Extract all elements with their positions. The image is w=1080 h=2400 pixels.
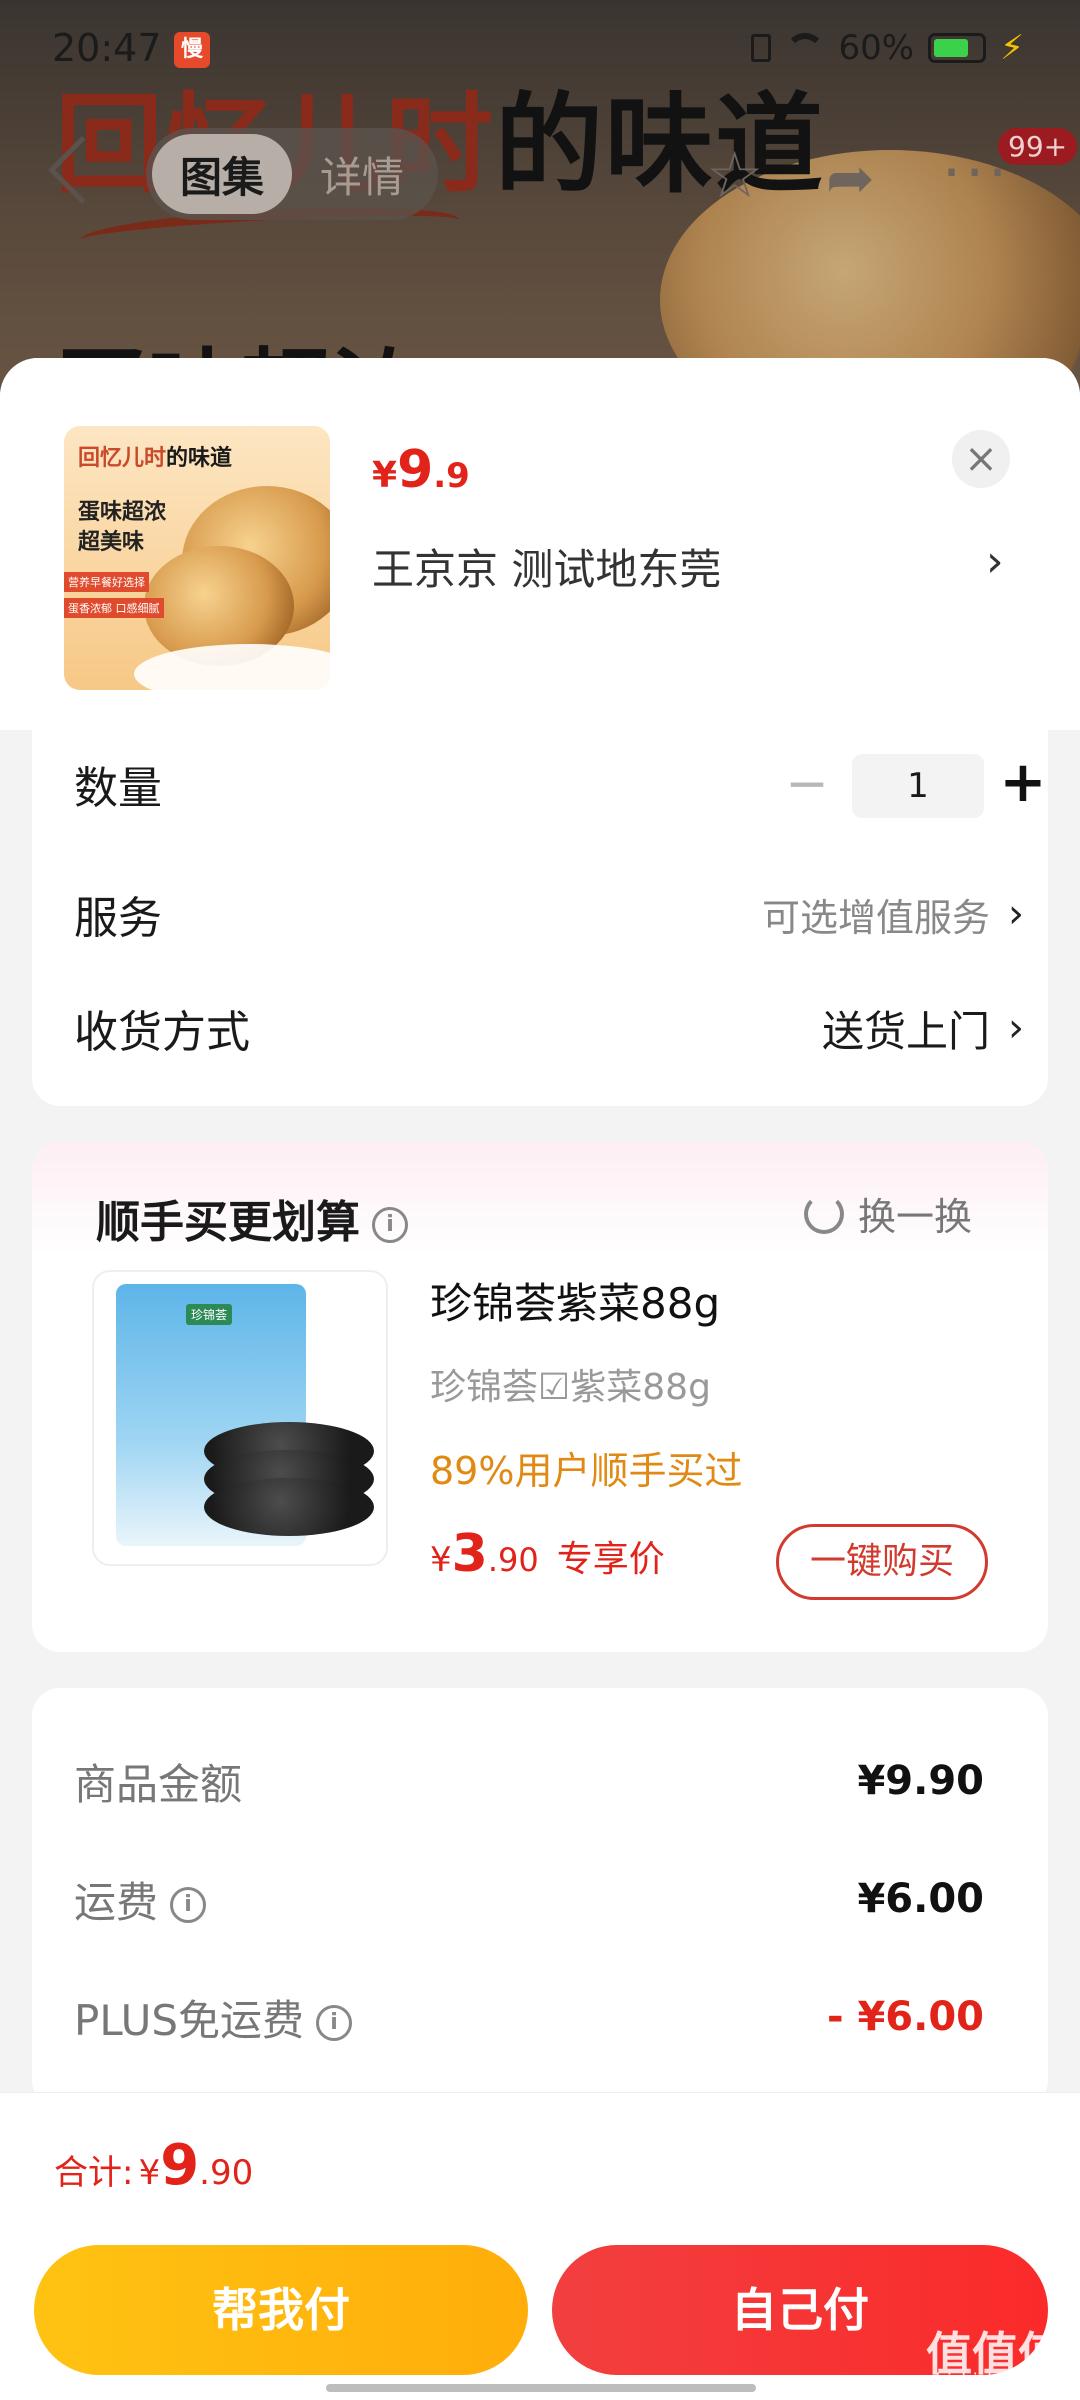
goods-amount-value: ¥9.90 [857, 1758, 984, 1804]
goods-amount-label: 商品金额 [74, 1759, 243, 1809]
sim-icon [750, 34, 771, 62]
info-icon[interactable]: i [170, 1887, 207, 1923]
checkout-footer: 合计: ¥9.90 帮我付 自己付 [0, 2092, 1080, 2400]
status-right: 60% ⚡ [750, 28, 1024, 68]
shipping-value: ¥6.00 [857, 1876, 984, 1922]
quantity-row: 数量 − 1 + [74, 744, 1046, 824]
battery-icon [928, 33, 987, 63]
top-nav: 图集 详情 ☆ ➦ ··· 99+ [0, 128, 1080, 224]
close-button[interactable]: × [952, 430, 1010, 488]
address-chevron-icon[interactable]: › [986, 536, 1004, 587]
status-bar: 20:47 慢 60% ⚡ [0, 0, 1080, 100]
message-badge: 99+ [998, 128, 1078, 165]
delivery-label: 收货方式 [74, 1007, 250, 1058]
recommend-product-hint: 89%用户顺手买过 [430, 1449, 743, 1493]
app-notification-icon: 慢 [174, 32, 210, 68]
help-me-pay-button[interactable]: 帮我付 [34, 2245, 528, 2375]
quantity-plus-button[interactable]: + [998, 744, 1048, 824]
quantity-input[interactable]: 1 [852, 754, 984, 818]
one-click-buy-button[interactable]: 一键购买 [776, 1524, 988, 1600]
home-indicator[interactable] [326, 2384, 756, 2392]
thumb-subtitle: 蛋味超浓 超美味 [78, 500, 167, 555]
thumb-chip: 营养早餐好选择 [64, 572, 149, 592]
tab-detail[interactable]: 详情 [292, 134, 432, 214]
chevron-right-icon: › [1008, 891, 1024, 937]
charging-icon: ⚡ [1000, 28, 1024, 68]
recommend-product-name[interactable]: 珍锦荟紫菜88g [430, 1270, 720, 1331]
sheet-header: 回忆儿时的味道 蛋味超浓 超美味 营养早餐好选择 蛋香浓郁 口感细腻 ¥9.9 … [0, 358, 1080, 730]
plus-free-shipping-label: PLUS免运费 i [74, 1987, 827, 2048]
seaweed-disc [204, 1478, 374, 1536]
status-time: 20:47 [52, 26, 162, 70]
tab-gallery[interactable]: 图集 [152, 134, 292, 214]
total-amount: 合计: ¥9.90 [54, 2133, 254, 2198]
recommend-product-image[interactable]: 珍锦荟 [92, 1270, 388, 1566]
info-icon[interactable]: i [316, 2005, 353, 2041]
product-thumbnail: 回忆儿时的味道 蛋味超浓 超美味 营养早餐好选择 蛋香浓郁 口感细腻 [64, 426, 330, 690]
quantity-minus-button[interactable]: − [782, 744, 832, 824]
delivery-row[interactable]: 收货方式 送货上门 › [74, 988, 1024, 1068]
favorite-star-icon[interactable]: ☆ [706, 144, 763, 208]
service-label: 服务 [74, 893, 162, 944]
watermark-url: zhizhizhi.com [926, 2370, 1048, 2391]
plus-free-shipping-value: - ¥6.00 [826, 1994, 984, 2040]
fees-card: 商品金额 ¥9.90 运费 i ¥6.00 PLUS免运费 i - ¥6.00 [32, 1688, 1048, 2108]
service-row[interactable]: 服务 可选增值服务 › [74, 874, 1024, 954]
info-icon[interactable]: i [372, 1207, 408, 1243]
recommend-product-subtitle: 珍锦荟☑紫菜88g [430, 1367, 711, 1408]
back-icon[interactable] [48, 136, 116, 204]
shipping-label: 运费 i [74, 1869, 857, 1930]
thumb-title: 回忆儿时的味道 [78, 446, 233, 471]
refresh-icon [804, 1193, 844, 1234]
chevron-right-icon: › [1008, 1005, 1024, 1051]
options-card: 数量 − 1 + 服务 可选增值服务 › 收货方式 送货上门 › [32, 730, 1048, 1106]
recommend-card: 顺手买更划算 i 换一换 珍锦荟 珍锦荟紫菜88g 珍锦荟☑紫菜88g 89%用户… [32, 1142, 1048, 1652]
battery-percent: 60% [838, 28, 915, 68]
thumb-chip: 蛋香浓郁 口感细腻 [64, 598, 164, 618]
share-icon[interactable]: ➦ [826, 148, 875, 208]
delivery-address[interactable]: 王京京 测试地东莞 [372, 536, 721, 597]
wifi-icon [784, 33, 825, 63]
bag-brand-label: 珍锦荟 [186, 1304, 233, 1325]
tab-switcher: 图集 详情 [146, 128, 438, 220]
recommend-title: 顺手买更划算 i [96, 1186, 408, 1250]
product-price: ¥9.9 [372, 440, 470, 500]
refresh-button[interactable]: 换一换 [804, 1186, 972, 1241]
purchase-sheet: 回忆儿时的味道 蛋味超浓 超美味 营养早餐好选择 蛋香浓郁 口感细腻 ¥9.9 … [0, 358, 1080, 2400]
recommend-product-price: ¥3.90 专享价 [430, 1524, 665, 1584]
plus-free-shipping-row: PLUS免运费 i - ¥6.00 [74, 1982, 984, 2052]
thumb-plate [134, 644, 330, 690]
service-value: 可选增值服务 [761, 895, 990, 940]
shipping-row: 运费 i ¥6.00 [74, 1864, 984, 1934]
goods-amount-row: 商品金额 ¥9.90 [74, 1746, 984, 1816]
delivery-value: 送货上门 [821, 1006, 990, 1056]
